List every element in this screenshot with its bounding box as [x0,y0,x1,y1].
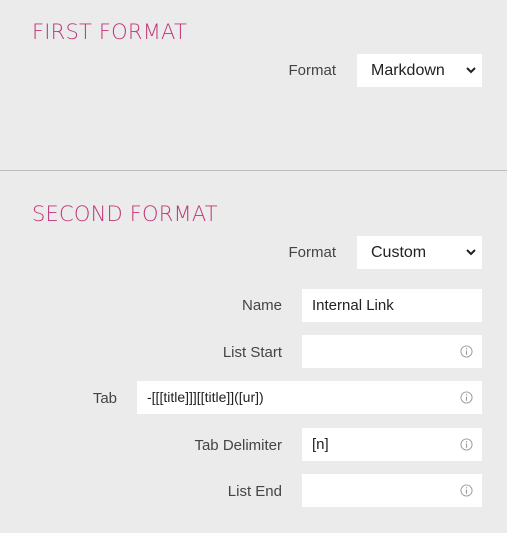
name-label: Name [241,297,282,314]
second-format-title: SECOND FORMAT [32,202,218,226]
first-format-select-value: Markdown [371,62,445,79]
info-icon[interactable] [460,391,473,404]
list-end-field[interactable] [302,474,482,507]
name-field-value: Internal Link [312,297,394,314]
chevron-down-icon [466,67,476,74]
list-start-label: List Start [222,344,282,361]
tab-field-value: -[[[title]]][[title]]([ur]) [147,389,264,405]
list-end-label: List End [227,483,282,500]
first-format-label: Format [288,62,336,79]
tab-label: Tab [92,390,117,407]
info-icon[interactable] [460,438,473,451]
section-divider [0,170,507,171]
info-icon[interactable] [460,484,473,497]
tab-delimiter-field-value: [n] [312,436,329,453]
second-format-select[interactable]: Custom [357,236,482,269]
first-format-title: FIRST FORMAT [32,20,187,44]
chevron-down-icon [466,249,476,256]
name-field[interactable]: Internal Link [302,289,482,322]
tab-field[interactable]: -[[[title]]][[title]]([ur]) [137,381,482,414]
second-format-select-value: Custom [371,244,427,261]
info-icon[interactable] [460,345,473,358]
tab-delimiter-label: Tab Delimiter [194,437,282,454]
list-start-field[interactable] [302,335,482,368]
tab-delimiter-field[interactable]: [n] [302,428,482,461]
second-format-label: Format [288,244,336,261]
first-format-select[interactable]: Markdown [357,54,482,87]
